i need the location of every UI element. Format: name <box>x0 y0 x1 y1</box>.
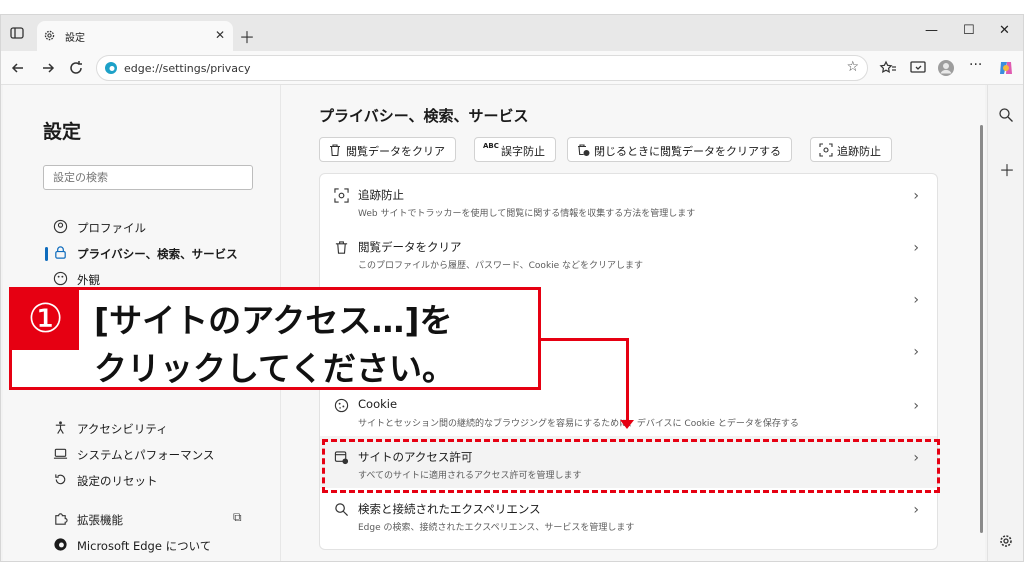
sidebar-item-accessibility[interactable]: アクセシビリティ <box>53 418 273 440</box>
cookie-icon <box>334 398 349 413</box>
sidebar-item-reset[interactable]: 設定のリセット <box>53 470 273 492</box>
instruction-line-1: [サイトのアクセス…]を <box>94 301 453 340</box>
palette-icon <box>53 271 68 286</box>
tab-actions-icon[interactable] <box>9 25 25 41</box>
back-icon[interactable] <box>9 59 27 77</box>
active-indicator <box>45 247 48 261</box>
tab-strip: 設定 ✕ ＋ — ☐ ✕ <box>1 15 1023 51</box>
chip-clear-browsing-data[interactable]: 閲覧データをクリア <box>319 137 456 162</box>
chevron-right-icon: › <box>913 502 919 518</box>
step-number: ① <box>12 290 79 350</box>
edge-icon <box>105 62 117 74</box>
chip-tracking-prevention[interactable]: 追跡防止 <box>810 137 892 162</box>
trash-icon <box>335 241 348 254</box>
tracking-icon <box>819 143 833 157</box>
copilot-icon[interactable] <box>997 59 1015 77</box>
edge-logo-icon <box>54 538 67 551</box>
gear-icon[interactable] <box>998 533 1014 549</box>
search-icon[interactable] <box>998 107 1014 123</box>
tab-title: 設定 <box>65 33 85 44</box>
highlight-box <box>322 439 940 493</box>
profile-icon <box>53 219 68 234</box>
scrollbar[interactable] <box>980 125 983 533</box>
sidebar-item-system[interactable]: システムとパフォーマンス <box>53 444 273 466</box>
favorites-icon[interactable] <box>879 59 897 77</box>
callout-arrowhead <box>620 420 634 429</box>
callout-connector <box>541 338 629 341</box>
toolbar: edge://settings/privacy ☆ ··· <box>1 51 1023 85</box>
instruction-line-2: クリックしてください。 <box>94 349 456 388</box>
instruction-callout: ① [サイトのアクセス…]を クリックしてください。 <box>9 287 541 390</box>
window-close-icon[interactable]: ✕ <box>999 23 1010 38</box>
row-clear-browsing-data[interactable]: 閲覧データをクリア このプロファイルから履歴、パスワード、Cookie などをク… <box>320 226 937 278</box>
tab-settings[interactable]: 設定 ✕ <box>37 21 233 51</box>
right-rail: ＋ <box>987 85 1023 561</box>
screenshot-icon[interactable] <box>909 59 927 77</box>
accessibility-icon <box>55 421 66 434</box>
tab-close-icon[interactable]: ✕ <box>215 28 225 42</box>
sidebar-item-profile[interactable]: プロファイル <box>53 217 273 239</box>
chip-clear-on-close[interactable]: 閉じるときに閲覧データをクリアする <box>567 137 792 162</box>
more-icon[interactable]: ··· <box>969 57 982 73</box>
callout-connector-vertical <box>626 338 629 422</box>
reset-icon <box>55 474 66 485</box>
page-title: プライバシー、検索、サービス <box>319 107 529 125</box>
sidebar-item-about[interactable]: Microsoft Edge について <box>53 535 273 557</box>
refresh-icon[interactable] <box>67 59 85 77</box>
address-bar[interactable]: edge://settings/privacy ☆ <box>96 55 868 81</box>
spellcheck-icon: ABC <box>483 142 499 150</box>
sidebar-item-privacy[interactable]: プライバシー、検索、サービス <box>53 243 273 265</box>
search-icon <box>335 503 349 517</box>
avatar[interactable] <box>937 59 955 77</box>
chevron-right-icon: › <box>913 240 919 256</box>
chevron-right-icon: › <box>913 344 919 360</box>
chip-typo-protection[interactable]: ABC 誤字防止 <box>474 137 556 162</box>
chevron-right-icon: › <box>913 188 919 204</box>
row-tracking-prevention[interactable]: 追跡防止 Web サイトでトラッカーを使用して閲覧に関する情報を収集する方法を管… <box>320 174 937 226</box>
new-tab-icon[interactable]: ＋ <box>239 24 255 48</box>
tracking-icon <box>334 188 349 203</box>
url-text: edge://settings/privacy <box>124 62 251 75</box>
lock-icon <box>55 246 66 259</box>
sidebar-item-extensions[interactable]: 拡張機能 ⧉ <box>53 509 273 531</box>
add-icon[interactable]: ＋ <box>999 157 1015 181</box>
trash-clock-icon <box>578 144 590 156</box>
favorite-star-icon[interactable]: ☆ <box>846 59 859 75</box>
puzzle-icon <box>55 513 68 525</box>
search-settings-input[interactable] <box>43 165 253 190</box>
gear-icon <box>44 30 55 41</box>
chevron-right-icon: › <box>913 292 919 308</box>
forward-icon[interactable] <box>39 59 57 77</box>
row-search-services[interactable]: 検索と接続されたエクスペリエンス Edge の検索、接続されたエクスペリエンス、… <box>320 488 937 540</box>
minimize-icon[interactable]: — <box>925 23 938 38</box>
trash-icon <box>330 144 340 157</box>
maximize-icon[interactable]: ☐ <box>963 23 975 38</box>
chevron-right-icon: › <box>913 398 919 414</box>
sidebar-heading: 設定 <box>43 121 82 143</box>
laptop-icon <box>53 448 68 459</box>
external-link-icon: ⧉ <box>233 510 242 524</box>
